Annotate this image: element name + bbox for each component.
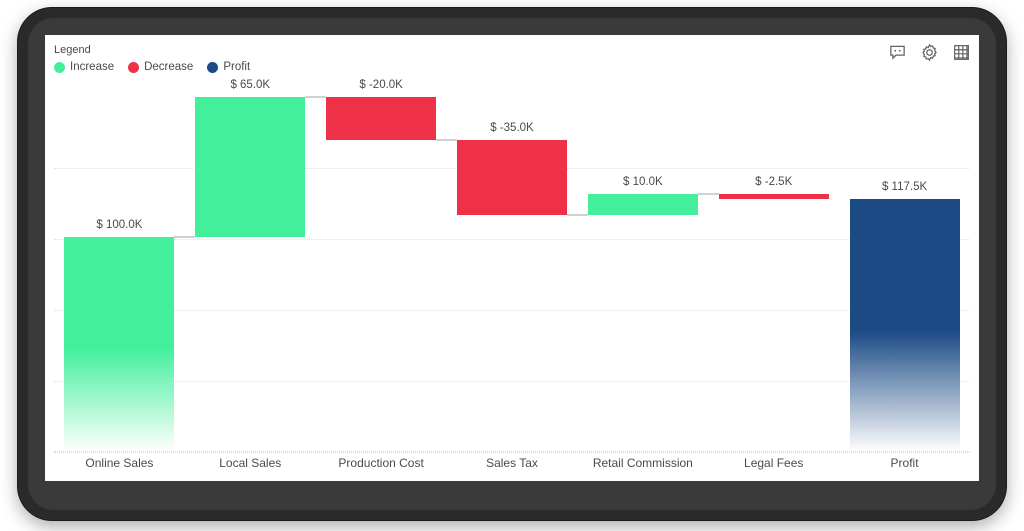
bar-slot: $ 117.5K (839, 97, 970, 452)
legend-label-profit: Profit (223, 61, 251, 73)
waterfall-bar-increase[interactable] (587, 193, 698, 216)
category-label[interactable]: Local Sales (185, 455, 316, 471)
legend-item-decrease[interactable]: Decrease (128, 61, 193, 74)
category-axis: Online Sales Local Sales Production Cost Sa… (54, 455, 970, 481)
waterfall-plot-area: $ 100.0K $ 65.0K $ -20.0K $ -35.0K $ 10.0K $ … (54, 79, 970, 453)
waterfall-bar-decrease[interactable] (718, 193, 829, 200)
waterfall-bar-decrease[interactable] (326, 97, 437, 141)
bar-value-label: $ -2.5K (755, 175, 793, 188)
bar-slot: $ -2.5K (708, 97, 839, 452)
legend-swatch-increase (54, 62, 65, 73)
legend-title: Legend (54, 44, 91, 56)
bar-slot: $ 100.0K (54, 97, 185, 452)
category-label[interactable]: Profit (839, 455, 970, 471)
chart-legend: Legend Increase Decrease Profit (54, 43, 250, 74)
bar-value-label: $ 100.0K (96, 218, 143, 231)
waterfall-bar-increase[interactable] (64, 236, 175, 452)
value-axis-baseline (54, 451, 970, 452)
legend-swatch-profit (207, 62, 219, 73)
bar-value-label: $ -35.0K (490, 122, 534, 135)
table-grid-icon[interactable] (952, 43, 971, 62)
waterfall-bar-increase[interactable] (195, 97, 306, 237)
category-label[interactable]: Online Sales (54, 455, 185, 471)
report-canvas: Legend Increase Decrease Profit $ 100.0K… (45, 35, 979, 481)
bar-slot: $ -35.0K (447, 97, 578, 452)
device-frame: Legend Increase Decrease Profit $ 100.0K… (18, 8, 1006, 520)
gear-icon[interactable] (920, 43, 939, 62)
waterfall-bar-decrease[interactable] (457, 140, 567, 216)
waterfall-bar-total[interactable] (849, 199, 960, 452)
gridline (54, 452, 970, 453)
category-label[interactable]: Legal Fees (708, 455, 839, 471)
category-label[interactable]: Production Cost (316, 455, 447, 471)
bar-value-label: $ 65.0K (230, 79, 271, 91)
legend-item-increase[interactable]: Increase (54, 61, 114, 74)
legend-items: Increase Decrease Profit (54, 61, 250, 74)
bar-value-label: $ 117.5K (881, 181, 928, 194)
category-label[interactable]: Retail Commission (577, 455, 708, 471)
legend-label-increase: Increase (70, 61, 115, 73)
bar-slot: $ 10.0K (577, 97, 708, 452)
legend-item-profit[interactable]: Profit (207, 61, 250, 74)
bar-value-label: $ -20.0K (359, 79, 403, 91)
category-label[interactable]: Sales Tax (447, 455, 578, 471)
visual-header-actions (888, 43, 971, 62)
bar-value-label: $ 10.0K (623, 175, 663, 188)
legend-swatch-decrease (128, 62, 140, 73)
bar-slot: $ -20.0K (316, 79, 447, 452)
bar-slot: $ 65.0K (185, 79, 316, 452)
legend-label-decrease: Decrease (144, 61, 194, 73)
comment-icon[interactable] (888, 43, 907, 62)
